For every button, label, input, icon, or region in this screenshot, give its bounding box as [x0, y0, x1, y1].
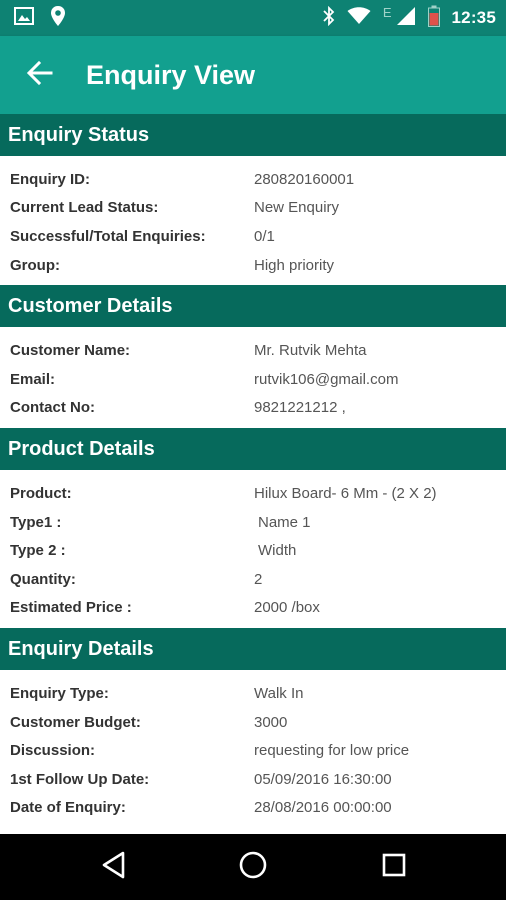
enquiry-content[interactable]: Enquiry Status Enquiry ID: 280820160001 …	[0, 114, 506, 834]
email-value[interactable]: rutvik106@gmail.com	[244, 371, 398, 388]
field-value: Name 1	[258, 513, 311, 531]
field-label: 1st Follow Up Date:	[10, 770, 150, 788]
section-product-details: Product Details Product: Hilux Board- 6 …	[0, 428, 506, 628]
section-header: Customer Details	[0, 285, 506, 328]
phone-value[interactable]: 9821221212 ,	[244, 399, 346, 416]
section-customer-details: Customer Details Customer Name: Mr. Rutv…	[0, 285, 506, 428]
detail-row-lead-status: Current Lead Status: New Enquiry	[0, 194, 506, 223]
section-enquiry-status: Enquiry Status Enquiry ID: 280820160001 …	[0, 114, 506, 285]
field-value: Walk In	[254, 684, 304, 702]
field-label: Date of Enquiry:	[10, 799, 126, 817]
field-label: Successful/Total Enquiries:	[10, 227, 206, 245]
detail-row-enquiry-type: Enquiry Type: Walk In	[0, 679, 506, 708]
screen: E 12:35 Enquiry View Enquiry Status Enqu…	[0, 0, 506, 900]
detail-row-quantity: Quantity: 2	[0, 565, 506, 594]
section-header: Product Details	[0, 428, 506, 471]
image-icon	[14, 6, 34, 30]
detail-row-email: Email: rutvik106@gmail.com	[0, 365, 506, 394]
detail-row-enquiry-id: Enquiry ID: 280820160001	[0, 165, 506, 194]
detail-row-estimated-price: Estimated Price : 2000 /box	[0, 594, 506, 623]
network-type-label: E	[382, 4, 392, 20]
field-value: requesting for low price	[254, 742, 410, 760]
battery-icon	[427, 5, 440, 32]
detail-row-contact: Contact No: 9821221212 ,	[0, 394, 506, 423]
field-value: Mr. Rutvik Mehta	[254, 342, 367, 360]
nav-back-button[interactable]	[96, 849, 132, 885]
field-value: High priority	[254, 256, 335, 274]
field-value: 0/1	[254, 227, 275, 245]
detail-rows: Enquiry Type: Walk In Customer Budget: 3…	[0, 670, 506, 828]
section-header: Enquiry Details	[0, 628, 506, 671]
signal-icon	[396, 6, 416, 31]
field-label: Email:	[10, 370, 56, 388]
detail-row-customer-budget: Customer Budget: 3000	[0, 708, 506, 737]
field-label: Type1 :	[10, 513, 62, 531]
detail-row-discussion: Discussion: requesting for low price	[0, 736, 506, 765]
field-value: Width	[258, 542, 297, 560]
navigation-bar	[0, 834, 506, 900]
field-label: Discussion:	[10, 742, 96, 760]
field-label: Enquiry Type:	[10, 684, 109, 702]
field-label: Customer Budget:	[10, 713, 141, 731]
field-label: Enquiry ID:	[10, 170, 91, 188]
bluetooth-icon	[323, 5, 335, 31]
detail-rows: Customer Name: Mr. Rutvik Mehta Email: r…	[0, 327, 506, 428]
field-label: Current Lead Status:	[10, 199, 159, 217]
location-pin-icon	[50, 5, 66, 32]
status-bar-system: E 12:35	[323, 0, 496, 36]
section-header: Enquiry Status	[0, 114, 506, 156]
detail-rows: Product: Hilux Board- 6 Mm - (2 X 2) Typ…	[0, 470, 506, 628]
home-circle-icon	[238, 850, 268, 885]
detail-row-follow-up-date: 1st Follow Up Date: 05/09/2016 16:30:00	[0, 765, 506, 794]
nav-recents-button[interactable]	[376, 849, 412, 885]
wifi-icon	[347, 6, 371, 30]
arrow-left-icon	[26, 60, 53, 91]
status-bar-notifications	[14, 5, 66, 32]
recents-square-icon	[381, 852, 407, 883]
nav-home-button[interactable]	[235, 849, 271, 885]
detail-row-product: Product: Hilux Board- 6 Mm - (2 X 2)	[0, 479, 506, 508]
app-bar: Enquiry View	[0, 36, 506, 114]
field-value: 05/09/2016 16:30:00	[254, 770, 392, 788]
field-value: Hilux Board- 6 Mm - (2 X 2)	[254, 484, 437, 502]
page-title: Enquiry View	[86, 60, 256, 90]
back-triangle-icon	[101, 851, 127, 884]
field-value: 2	[254, 570, 263, 588]
detail-row-group: Group: High priority	[0, 251, 506, 280]
detail-row-date-of-enquiry: Date of Enquiry: 28/08/2016 00:00:00	[0, 794, 506, 823]
detail-row-type2: Type 2 : Width	[0, 536, 506, 565]
field-value: 28/08/2016 00:00:00	[254, 799, 392, 817]
status-bar: E 12:35	[0, 0, 506, 36]
field-label: Product:	[10, 484, 72, 502]
field-value: 2000 /box	[254, 599, 320, 617]
field-label: Quantity:	[10, 570, 76, 588]
detail-row-type1: Type1 : Name 1	[0, 508, 506, 537]
status-time: 12:35	[451, 8, 496, 27]
field-label: Estimated Price :	[10, 599, 132, 617]
section-enquiry-details: Enquiry Details Enquiry Type: Walk In Cu…	[0, 628, 506, 828]
back-button[interactable]	[22, 57, 58, 93]
field-value: 3000	[254, 713, 288, 731]
field-value: 280820160001	[254, 170, 355, 188]
field-label: Type 2 :	[10, 542, 66, 560]
field-label: Group:	[10, 256, 60, 274]
field-label: Customer Name:	[10, 342, 131, 360]
field-value: New Enquiry	[254, 199, 340, 217]
detail-row-successful-total: Successful/Total Enquiries: 0/1	[0, 222, 506, 251]
field-label: Contact No:	[10, 399, 95, 417]
detail-row-customer-name: Customer Name: Mr. Rutvik Mehta	[0, 336, 506, 365]
detail-rows: Enquiry ID: 280820160001 Current Lead St…	[0, 156, 506, 285]
